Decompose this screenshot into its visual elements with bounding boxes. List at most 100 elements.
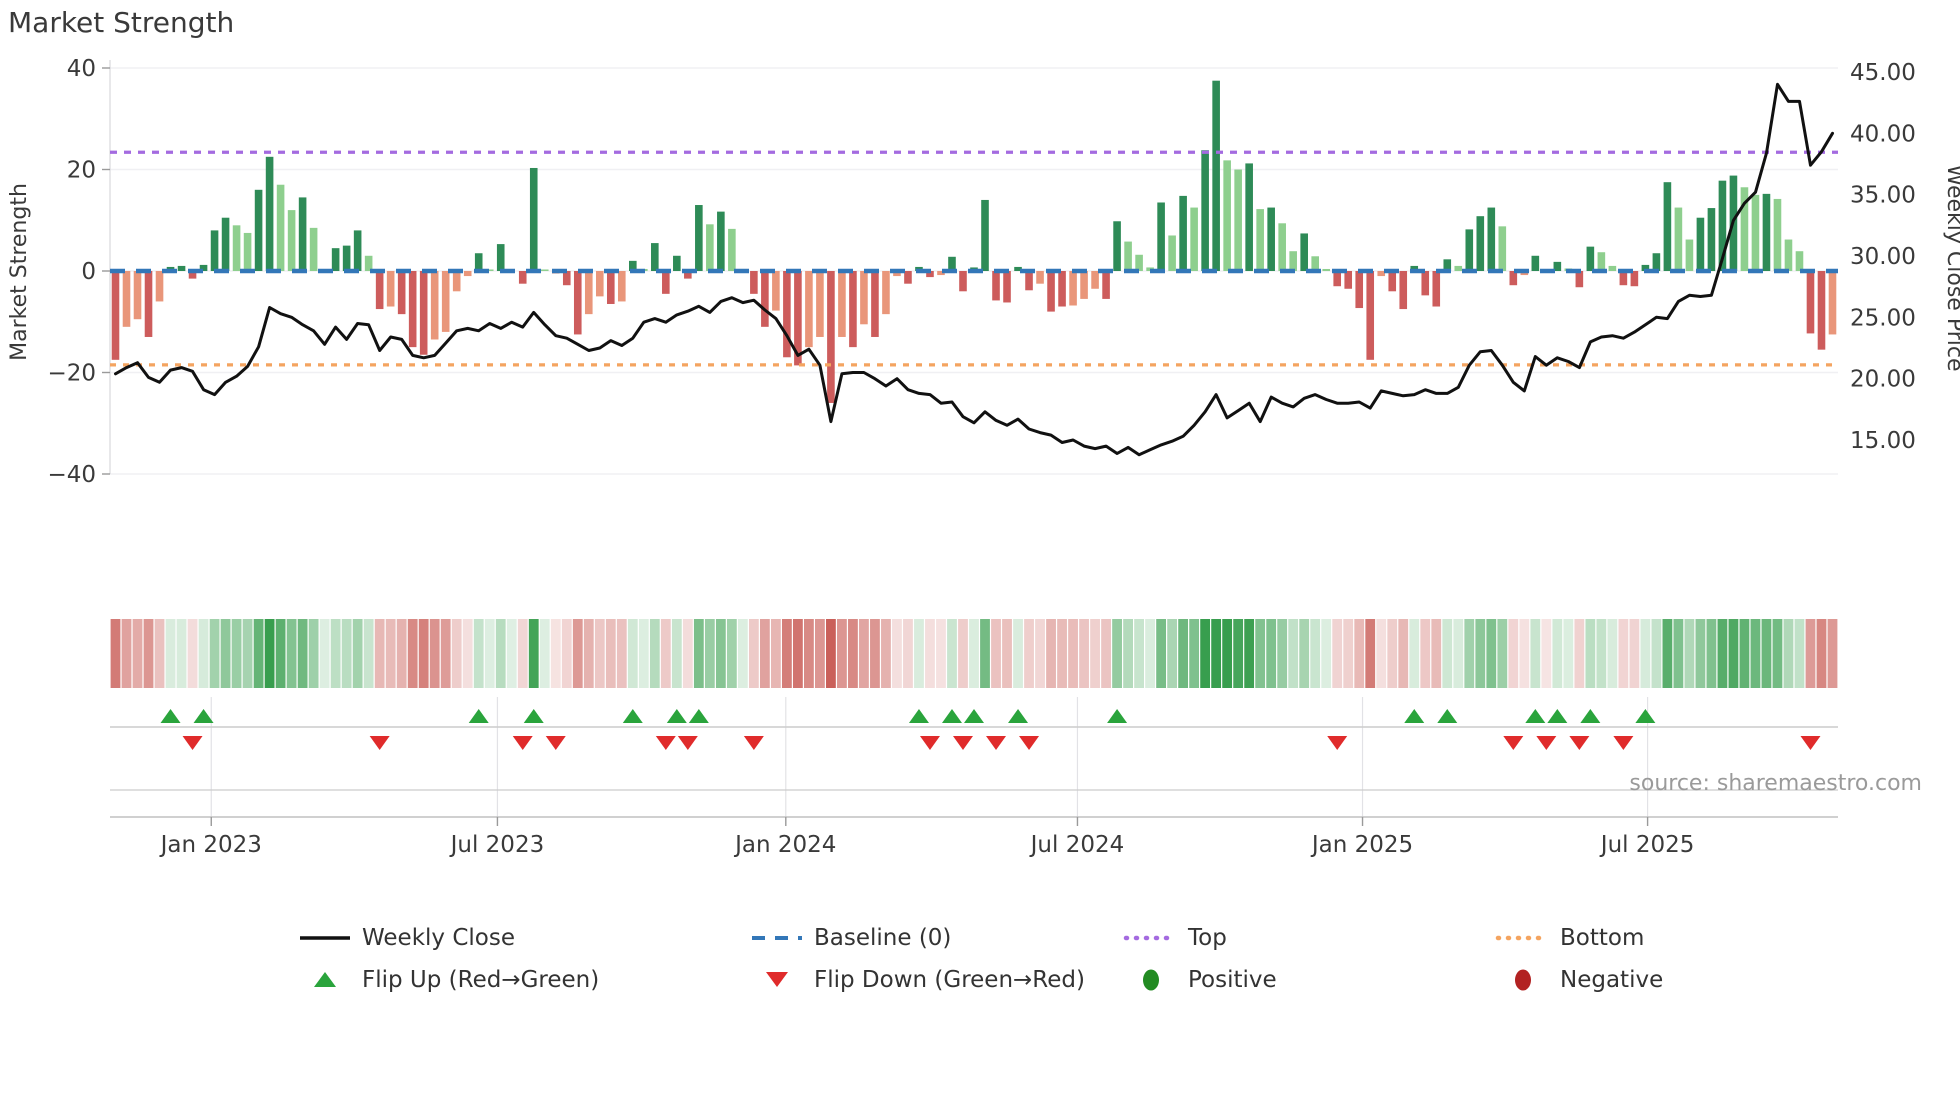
heatmap-cell (671, 619, 682, 688)
strength-bar (904, 271, 912, 284)
strength-bar (651, 243, 659, 271)
strength-bar (662, 271, 670, 294)
strength-bar (452, 271, 461, 292)
strength-bar (1267, 207, 1275, 271)
heatmap-cell (1541, 619, 1552, 688)
heatmap-cell (1552, 619, 1563, 688)
heatmap-cell (1310, 619, 1321, 688)
strength-bar (1289, 251, 1297, 271)
heatmap-cell (1134, 619, 1144, 688)
heatmap-cell (418, 619, 429, 688)
left-tick-label: 0 (81, 259, 96, 285)
strength-bar (342, 245, 351, 271)
heatmap-cell (1123, 619, 1133, 688)
heatmap-cell (594, 619, 605, 688)
heatmap-cell (859, 619, 869, 688)
flip-up-marker (688, 709, 709, 723)
strength-bar (1058, 271, 1066, 307)
heatmap-cell (429, 619, 440, 688)
strength-bar (772, 271, 780, 311)
heatmap-cell (759, 619, 770, 688)
strength-bar (1630, 271, 1639, 287)
heatmap-cell (187, 619, 198, 688)
strength-bar (463, 271, 472, 277)
strength-bar (1201, 150, 1209, 271)
heatmap-cell (903, 619, 913, 688)
flip-up-marker (1580, 709, 1601, 723)
heatmap-cell (1640, 619, 1651, 688)
heatmap-cell (396, 619, 407, 688)
legend-item-dot-pos: Positive (1143, 967, 1277, 993)
heatmap-cell (231, 619, 242, 688)
heatmap-cell (462, 619, 473, 688)
strength-bar (430, 271, 439, 340)
x-tick-label: Jul 2023 (449, 832, 545, 858)
strength-bar (882, 271, 890, 315)
heatmap-cell (1596, 619, 1607, 688)
right-tick-label: 20.00 (1850, 367, 1916, 393)
strength-bar (1102, 271, 1110, 299)
legend-label: Positive (1188, 967, 1277, 993)
flip-down-marker (1019, 736, 1040, 750)
strength-bar (1157, 202, 1165, 271)
flip-up-marker (1008, 709, 1029, 723)
strength-bar (1179, 195, 1187, 271)
heatmap-cell (605, 619, 616, 688)
heatmap-cell (132, 619, 143, 688)
heatmap-cell (176, 619, 187, 688)
heatmap-cell (1761, 619, 1772, 688)
legend-item-tri-up: Flip Up (Red→Green) (314, 967, 599, 993)
heatmap-cell (881, 619, 891, 688)
heatmap-cell (1739, 619, 1750, 688)
heatmap-cell (726, 619, 737, 688)
heatmap-cell (1013, 619, 1023, 688)
heatmap-cell (1563, 619, 1574, 688)
strength-bar (1828, 271, 1837, 335)
heatmap-cell (914, 619, 924, 688)
strength-bar (1190, 207, 1198, 271)
heatmap-cell (1002, 619, 1012, 688)
heatmap-cell (748, 619, 759, 688)
strength-bar (397, 271, 406, 315)
heatmap-cell (1090, 619, 1100, 688)
flip-down-marker (743, 736, 764, 750)
right-tick-label: 15.00 (1850, 428, 1916, 454)
heatmap-cell (110, 619, 121, 688)
strength-bar (827, 271, 835, 403)
heatmap-cell (1288, 619, 1299, 688)
strength-bar (1245, 163, 1253, 271)
left-tick-label: −40 (47, 462, 96, 488)
flip-up-marker (160, 709, 181, 723)
strength-bar (1707, 208, 1716, 271)
heatmap-cell (1112, 619, 1122, 688)
strength-bar (1168, 235, 1176, 271)
strength-bar (441, 271, 450, 332)
flip-down-marker (1536, 736, 1557, 750)
heatmap-cell (517, 619, 528, 688)
strength-bar (728, 228, 736, 271)
flip-up-marker (523, 709, 544, 723)
strength-bar (1817, 271, 1826, 350)
grid-layer (109, 60, 1838, 817)
heatmap-cell (1189, 619, 1200, 688)
strength-bar (1806, 271, 1815, 334)
heatmap-cell (1453, 619, 1464, 688)
strength-bar (606, 271, 615, 304)
heatmap-cell (1299, 619, 1310, 688)
strength-bar (871, 271, 879, 337)
heatmap-cell (1618, 619, 1629, 688)
right-tick-label: 40.00 (1850, 121, 1916, 147)
strength-bar (761, 271, 769, 327)
flip-down-marker (1800, 736, 1821, 750)
flip-up-marker (1437, 709, 1458, 723)
heatmap-cell (1684, 619, 1695, 688)
flip-up-marker (666, 709, 687, 723)
heatmap-cell (1409, 619, 1420, 688)
strength-bar (1025, 271, 1033, 291)
heatmap-cell (1585, 619, 1596, 688)
heatmap-cell (1244, 619, 1255, 688)
heatmap-cell (561, 619, 572, 688)
strength-bar (287, 210, 296, 271)
heatmap-cell (947, 619, 957, 688)
strength-bar (1256, 209, 1264, 271)
